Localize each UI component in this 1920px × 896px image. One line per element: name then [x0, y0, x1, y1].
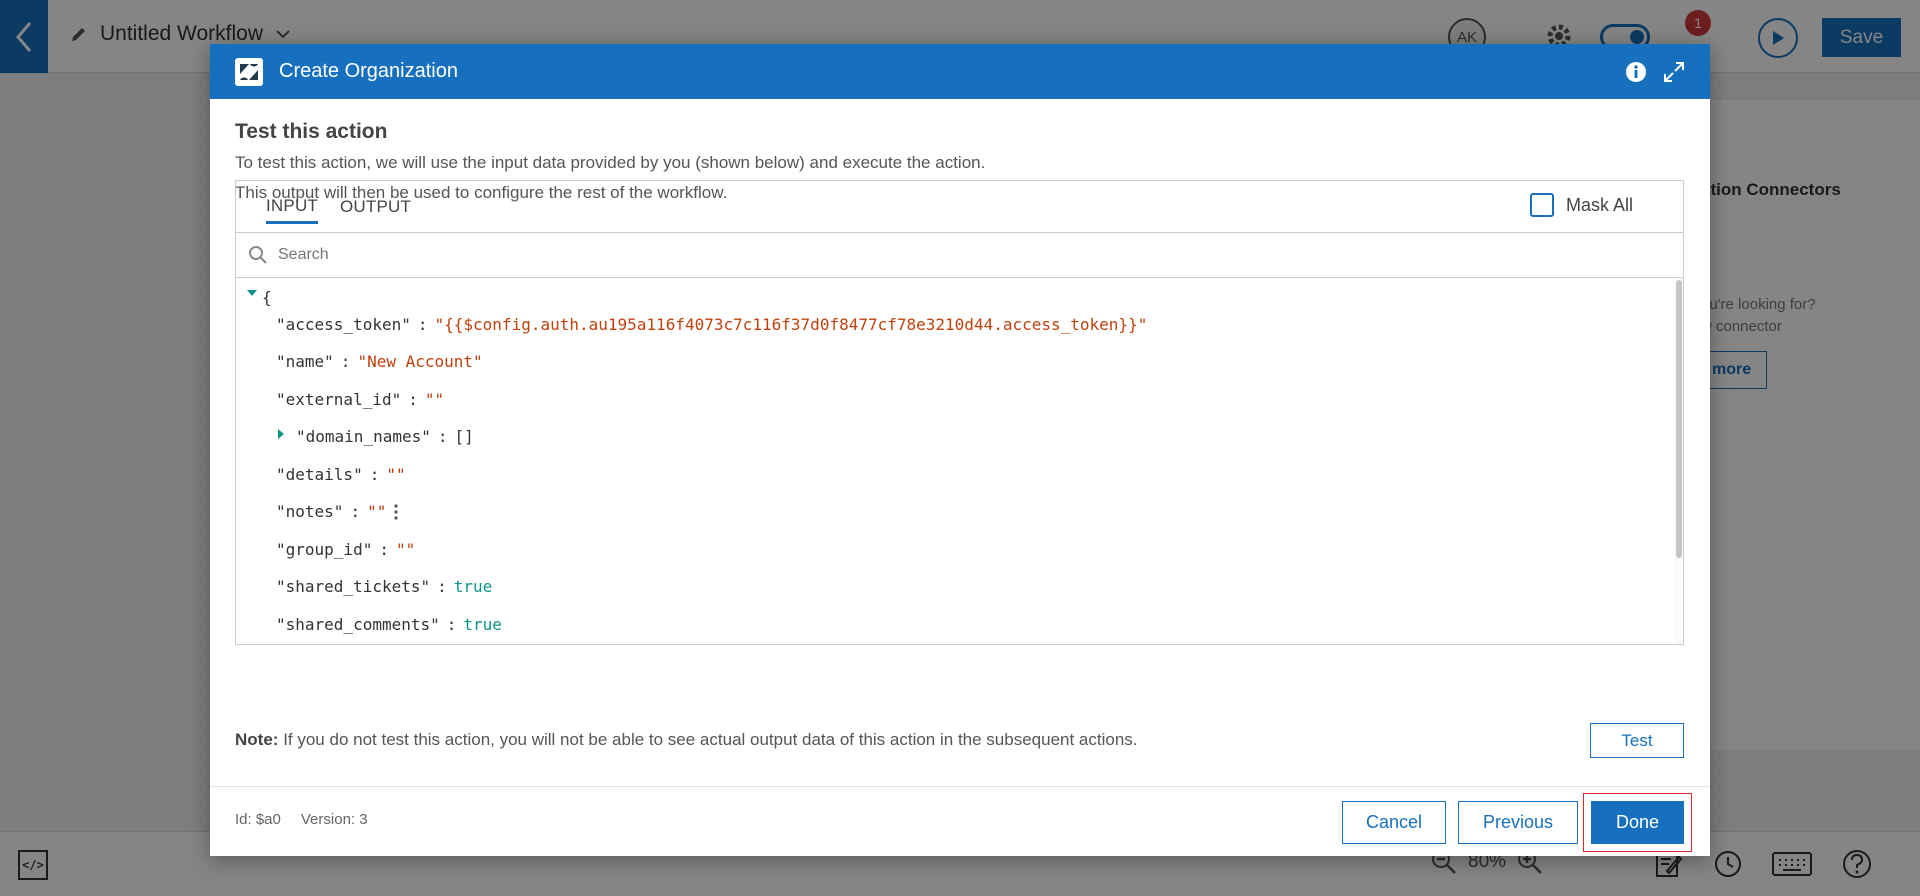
json-colon: : [408, 390, 418, 409]
action-version: Version: 3 [300, 811, 368, 828]
json-scrollbar[interactable] [1675, 278, 1683, 644]
json-key: "name" [276, 352, 334, 371]
more-vertical-icon[interactable] [392, 503, 400, 521]
action-id: Id: $a0 [235, 811, 281, 828]
json-key: "notes" [276, 502, 344, 521]
json-value[interactable]: "" [386, 465, 405, 484]
json-colon: : [350, 502, 361, 521]
caret-down-icon[interactable] [246, 289, 258, 299]
json-value[interactable]: true [463, 615, 502, 634]
json-key: "domain_names" [296, 427, 431, 446]
search-icon [249, 246, 267, 264]
json-row: "name" : "New Account" [276, 352, 483, 371]
json-row: "domain_names" : [] [276, 427, 474, 446]
json-value[interactable]: [] [455, 427, 474, 446]
cancel-button[interactable]: Cancel [1342, 801, 1446, 844]
previous-button[interactable]: Previous [1458, 801, 1578, 844]
note: Note: If you do not test this action, yo… [235, 730, 1138, 750]
note-text: If you do not test this action, you will… [283, 730, 1138, 749]
json-key: "external_id" [276, 390, 402, 409]
test-button[interactable]: Test [1590, 723, 1684, 758]
expand-icon[interactable] [1663, 61, 1685, 83]
json-key: "access_token" [276, 315, 411, 334]
create-organization-modal: Create Organization Test this action To … [210, 44, 1710, 856]
note-label: Note: [235, 730, 279, 749]
json-colon: : [369, 465, 380, 484]
json-row: "shared_tickets" : true [276, 577, 492, 596]
header-icons [1625, 61, 1685, 83]
json-row: "shared_comments" : true [276, 615, 502, 634]
json-row: "external_id" : "" [276, 390, 444, 409]
json-viewer[interactable]: { "access_token" : "{{$config.auth.au195… [236, 278, 1683, 644]
zendesk-logo-icon [235, 57, 263, 86]
json-row: "group_id" : "" [276, 540, 415, 559]
section-title: Test this action [235, 120, 388, 143]
json-open-brace: { [262, 288, 272, 307]
mask-all-label: Mask All [1565, 194, 1633, 215]
done-button[interactable]: Done [1591, 801, 1684, 844]
modal-title: Create Organization [279, 60, 458, 82]
json-colon: : [446, 615, 457, 634]
json-key: "shared_comments" [276, 615, 440, 634]
json-value[interactable]: "" [367, 502, 386, 521]
search-row [236, 233, 1683, 278]
json-colon: : [437, 577, 447, 596]
json-colon: : [340, 352, 351, 371]
action-meta: Id: $a0 Version: 3 [235, 811, 368, 828]
data-panel: INPUT OUTPUT Mask All { "access_token" :… [235, 180, 1684, 645]
json-root-line: { [246, 288, 272, 307]
description-line1: To test this action, we will use the inp… [235, 153, 986, 172]
json-colon: : [417, 315, 428, 334]
json-colon: : [379, 540, 389, 559]
json-key: "shared_tickets" [276, 577, 431, 596]
json-value[interactable]: "" [396, 540, 415, 559]
tab-output[interactable]: OUTPUT [340, 191, 411, 222]
json-value[interactable]: "" [425, 390, 444, 409]
json-row: "notes" : "" [276, 502, 400, 521]
json-row: "details" : "" [276, 465, 406, 484]
search-input[interactable] [278, 246, 878, 264]
mask-all-control[interactable]: Mask All [1529, 193, 1633, 217]
modal-footer: Id: $a0 Version: 3 Cancel Previous Done [210, 786, 1710, 856]
json-value[interactable]: "New Account" [357, 352, 482, 371]
json-key: "group_id" [276, 540, 373, 559]
info-icon[interactable] [1625, 61, 1647, 83]
json-row: "access_token" : "{{$config.auth.au195a1… [276, 315, 1147, 334]
json-value[interactable]: "{{$config.auth.au195a116f4073c7c116f37d… [435, 315, 1148, 334]
json-scrollbar-thumb[interactable] [1676, 280, 1682, 558]
tabs-row: INPUT OUTPUT Mask All [236, 181, 1683, 233]
tab-input[interactable]: INPUT [266, 190, 318, 224]
json-value[interactable]: true [454, 577, 493, 596]
modal-header: Create Organization [210, 44, 1710, 99]
json-key: "details" [276, 465, 363, 484]
json-colon: : [437, 427, 448, 446]
caret-right-icon[interactable] [276, 428, 286, 440]
mask-all-checkbox[interactable] [1529, 193, 1554, 217]
